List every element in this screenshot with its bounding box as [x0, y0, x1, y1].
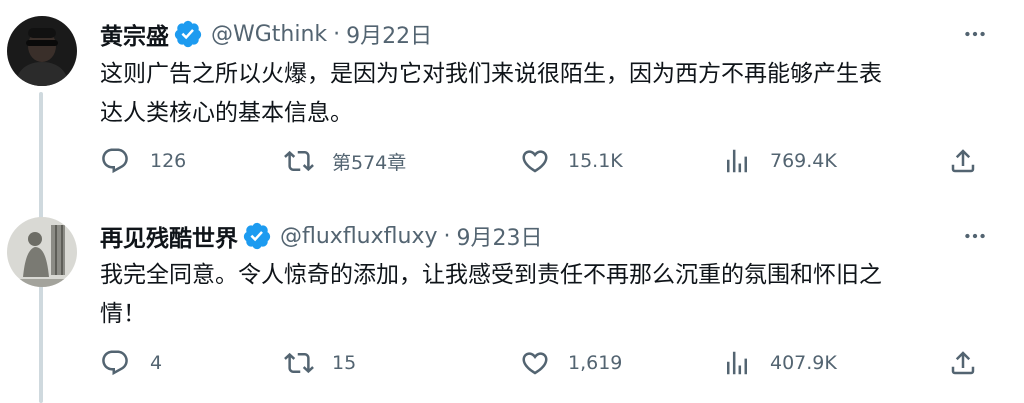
- share-icon: [951, 149, 975, 173]
- reply-button[interactable]: 126: [100, 141, 186, 181]
- timestamp[interactable]: 9月23日: [456, 220, 542, 252]
- action-bar: 126 第574章 15.1K 769.4K: [100, 141, 990, 181]
- handle[interactable]: @fluxfluxfluxy: [280, 224, 437, 249]
- timestamp[interactable]: 9月22日: [346, 18, 432, 50]
- separator-dot: ·: [333, 21, 341, 47]
- share-icon: [951, 351, 975, 375]
- retweet-icon: [284, 150, 314, 172]
- handle[interactable]: @WGthink: [211, 22, 327, 47]
- separator-dot: ·: [443, 223, 451, 249]
- reply-icon: [102, 350, 128, 376]
- user-avatar-icon: [7, 217, 77, 287]
- retweet-button[interactable]: 第574章: [284, 141, 406, 181]
- like-button[interactable]: 15.1K: [520, 141, 623, 181]
- retweet-count: 15: [332, 352, 357, 374]
- reply-button[interactable]: 4: [100, 343, 162, 383]
- tweet-header: 再见残酷世界 @fluxfluxfluxy · 9月23日: [100, 218, 542, 254]
- retweet-count: 第574章: [332, 151, 407, 174]
- reply-icon: [102, 148, 128, 174]
- retweet-button[interactable]: 15: [284, 343, 356, 383]
- user-avatar-icon: [7, 16, 77, 86]
- more-options-icon: [965, 31, 985, 37]
- more-options-button[interactable]: [960, 221, 990, 251]
- like-count: 1,619: [568, 352, 623, 374]
- like-icon: [522, 352, 548, 375]
- views-icon: [727, 351, 747, 375]
- tweet-text: 我完全同意。令人惊奇的添加，让我感受到责任不再那么沉重的氛围和怀旧之 情！: [100, 262, 882, 327]
- avatar[interactable]: [7, 217, 77, 287]
- share-button[interactable]: [948, 343, 978, 383]
- tweet-text: 这则广告之所以火爆，是因为它对我们来说很陌生，因为西方不再能够产生表 达人类核心…: [100, 61, 882, 126]
- reply-count: 4: [150, 352, 163, 374]
- views-count: 407.9K: [770, 352, 837, 374]
- tweet-2[interactable]: 再见残酷世界 @fluxfluxfluxy · 9月23日 我完全同意。令人惊奇…: [0, 200, 1024, 403]
- views-count: 769.4K: [770, 150, 837, 172]
- more-options-icon: [965, 233, 985, 239]
- views-icon: [727, 149, 747, 173]
- like-button[interactable]: 1,619: [520, 343, 622, 383]
- more-options-button[interactable]: [960, 19, 990, 49]
- views-button[interactable]: 769.4K: [722, 141, 837, 181]
- retweet-icon: [284, 352, 314, 374]
- like-icon: [522, 150, 548, 173]
- verified-badge-icon: [243, 222, 271, 250]
- share-button[interactable]: [948, 141, 978, 181]
- action-bar: 4 15 1,619 407.9K: [100, 343, 990, 383]
- tweet-header: 黄宗盛 @WGthink · 9月22日: [100, 16, 432, 52]
- verified-badge-icon: [174, 20, 202, 48]
- display-name[interactable]: 再见残酷世界: [100, 219, 238, 253]
- reply-count: 126: [150, 150, 187, 172]
- tweet-1[interactable]: 黄宗盛 @WGthink · 9月22日 这则广告之所以火爆，是因为它对我们来说…: [0, 0, 1024, 200]
- display-name[interactable]: 黄宗盛: [100, 17, 169, 51]
- like-count: 15.1K: [568, 150, 623, 172]
- avatar[interactable]: [7, 16, 77, 86]
- views-button[interactable]: 407.9K: [722, 343, 837, 383]
